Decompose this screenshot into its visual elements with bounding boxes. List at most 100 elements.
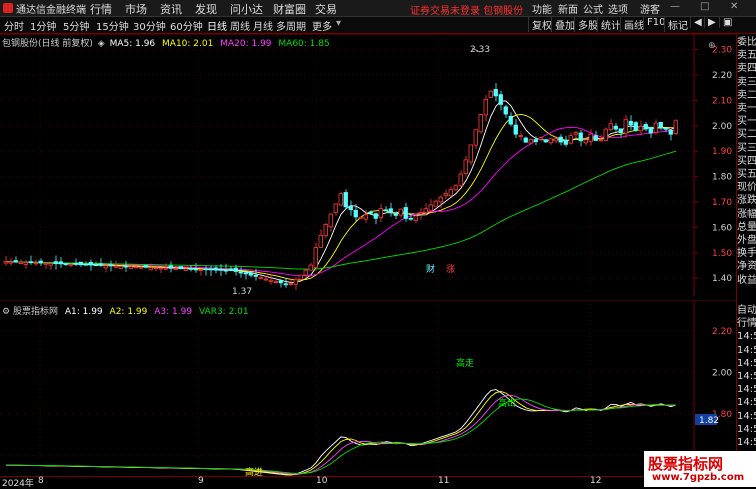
- tab-15min[interactable]: 15分钟: [96, 18, 129, 33]
- menu-item-trade[interactable]: 交易: [315, 1, 337, 17]
- candle-body: [138, 266, 143, 269]
- candle-body: [548, 138, 553, 144]
- candle-body: [43, 262, 48, 265]
- candle-body: [523, 137, 528, 143]
- ma60-value: MA60: 1.85: [278, 39, 330, 49]
- tab-daily[interactable]: 日线: [207, 18, 227, 33]
- candle-body: [673, 120, 678, 135]
- menu-item-market[interactable]: 市场: [125, 1, 147, 17]
- gear-icon[interactable]: ⚙: [2, 307, 10, 317]
- candle-body: [473, 129, 478, 146]
- candle-body: [528, 139, 533, 144]
- window-minimize-icon[interactable]: —: [670, 1, 680, 12]
- date-label-year: 2024年: [2, 479, 34, 489]
- sub-grid: [0, 300, 694, 476]
- tab-intraday[interactable]: 分时: [4, 18, 24, 33]
- indicator-chart-svg[interactable]: 2.202.001.801.60 1.82 高走 高出 高进: [0, 299, 736, 478]
- indicator-name[interactable]: 股票指标网: [13, 307, 58, 317]
- kline-chart-panel[interactable]: 2.30 2.20 2.10 2.00 1.90 1.80 1.70 1.60 1.50 1.40…: [0, 33, 736, 297]
- quote-field-label: 卖三: [737, 76, 756, 88]
- candle-body: [583, 139, 588, 144]
- candle-body: [218, 268, 223, 271]
- trade-time-label: 14:50: [737, 331, 756, 343]
- candle-body: [203, 268, 208, 271]
- crosshair-icon[interactable]: ⊕: [708, 41, 716, 51]
- candle-body: [383, 209, 388, 212]
- menu-item-news[interactable]: 资讯: [160, 1, 182, 17]
- quote-field-label: 净资: [737, 261, 756, 273]
- login-notice[interactable]: 证券交易未登录 包钢股份: [410, 2, 523, 17]
- candle-body: [68, 263, 73, 266]
- menu-guest[interactable]: 游客: [640, 1, 660, 16]
- candle-body: [233, 267, 238, 272]
- candle-body: [158, 267, 163, 270]
- candle-body: [378, 208, 383, 219]
- tab-30min[interactable]: 30分钟: [133, 18, 166, 33]
- mark-button[interactable]: 标记: [664, 17, 691, 32]
- signal-gaozou: 高走: [456, 357, 474, 369]
- tab-60min[interactable]: 60分钟: [170, 18, 203, 33]
- menu-item-discover[interactable]: 发现: [195, 1, 217, 17]
- candle-body: [48, 263, 53, 266]
- candle-body: [278, 280, 283, 284]
- date-label-sep: 9: [198, 476, 204, 486]
- tab-monthly[interactable]: 月线: [253, 18, 273, 33]
- limit-up-badge[interactable]: 涨: [446, 264, 455, 275]
- tab-1min[interactable]: 1分钟: [30, 18, 56, 33]
- tab-weekly[interactable]: 周线: [230, 18, 250, 33]
- candle-body: [163, 267, 168, 270]
- candle-body: [638, 125, 643, 132]
- candle-body: [513, 124, 518, 135]
- candle-body: [178, 266, 183, 270]
- quote-side-panel: 委比 卖五 卖四 卖三 卖二 卖一 买一 买二 买三 买四 买五 现价 涨跌 涨幅 总量 外盘 换手 净资 收益 自动…: [736, 34, 756, 487]
- menu-function[interactable]: 功能: [532, 1, 552, 16]
- finance-badge[interactable]: 财: [426, 263, 435, 275]
- collapse-icon[interactable]: ▣: [719, 17, 735, 28]
- ma5-value: MA5: 1.96: [109, 39, 156, 49]
- menu-item-quotes[interactable]: 行情: [90, 1, 112, 17]
- window-maximize-icon[interactable]: □: [700, 1, 709, 12]
- candle-body: [648, 127, 653, 134]
- price-tick-label: 2.00: [712, 122, 732, 132]
- signal-gaochu: 高出: [498, 397, 516, 409]
- nav-right-icon[interactable]: ▶: [704, 17, 719, 28]
- candle-body: [373, 213, 378, 219]
- indicator-legend: ⚙ 股票指标网 A1: 1.99 A2: 1.99 A3: 1.99 VAR3:…: [2, 304, 249, 317]
- candle-body: [33, 262, 38, 265]
- tab-multi-period[interactable]: 多周期: [276, 18, 306, 33]
- nav-left-icon[interactable]: ◀: [690, 17, 705, 28]
- menu-item-wealth[interactable]: 财富圈: [273, 1, 306, 17]
- indicator-tick-label: 2.00: [712, 368, 732, 378]
- candle-body: [468, 144, 473, 163]
- quote-field-label: 总量: [737, 221, 756, 233]
- candle-body: [608, 123, 613, 130]
- tab-more[interactable]: 更多: [312, 18, 332, 33]
- menu-formula[interactable]: 公式: [583, 1, 603, 16]
- candle-body: [188, 268, 193, 270]
- candle-body: [543, 139, 548, 143]
- candle-body: [213, 267, 218, 271]
- candle-body: [238, 271, 243, 274]
- menu-options[interactable]: 选项: [608, 1, 628, 16]
- quote-field-label: 卖二: [737, 89, 756, 101]
- tab-5min[interactable]: 5分钟: [63, 18, 89, 33]
- candle-body: [348, 205, 353, 211]
- menu-new-page[interactable]: 新面: [558, 1, 578, 16]
- menu-item-ask[interactable]: 问小达: [230, 1, 263, 17]
- trade-time-label: 14:50: [737, 437, 756, 448]
- indicator-lines: [6, 389, 677, 476]
- candle-body: [53, 261, 58, 265]
- ma-settings-icon[interactable]: ◈: [98, 39, 105, 49]
- indicator-line-10: [6, 398, 677, 474]
- candle-body: [428, 204, 433, 212]
- app-logo-icon: [3, 3, 13, 13]
- indicator-chart-panel[interactable]: 2.202.001.801.60 1.82 高走 高出 高进 ⚙ 股票指标网 A…: [0, 299, 736, 478]
- candle-body: [448, 189, 453, 197]
- chevron-down-icon[interactable]: ▾: [336, 18, 341, 29]
- candle-body: [183, 268, 188, 271]
- window-close-icon[interactable]: ✕: [730, 1, 738, 12]
- candle-body: [408, 217, 413, 220]
- candle-body: [63, 263, 68, 265]
- kline-chart-svg[interactable]: 2.302.202.102.001.901.801.701.601.501.40…: [0, 33, 736, 297]
- date-label-dec: 12: [590, 476, 602, 486]
